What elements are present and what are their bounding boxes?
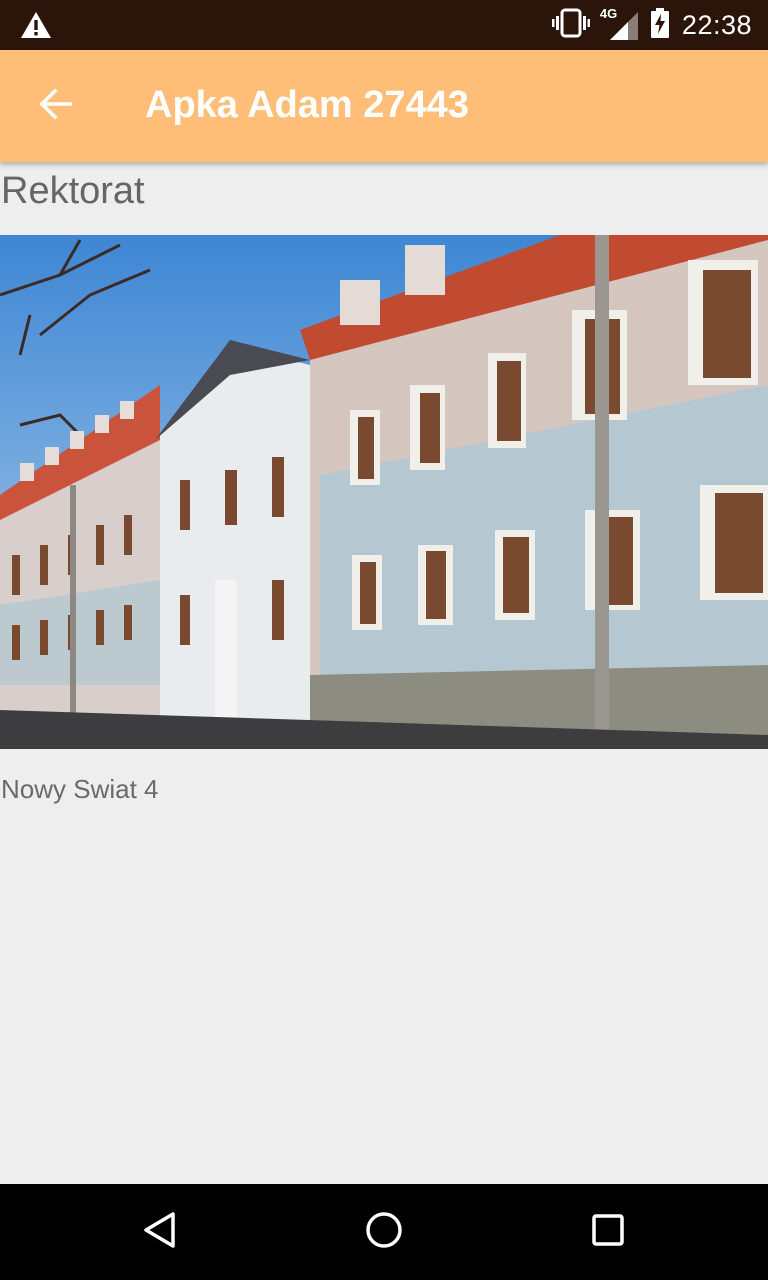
nav-back-icon — [140, 1210, 180, 1255]
battery-charging-icon — [650, 7, 670, 43]
nav-recents-button[interactable] — [576, 1200, 640, 1264]
arrow-back-icon — [38, 86, 74, 127]
place-heading: Rektorat — [1, 170, 145, 212]
back-button[interactable] — [24, 74, 88, 138]
app-title: Apka Adam 27443 — [145, 84, 469, 126]
nav-recents-icon — [588, 1210, 628, 1255]
network-type-label: 4G — [599, 6, 618, 21]
warning-icon — [20, 10, 52, 40]
system-nav-bar — [0, 1184, 768, 1280]
nav-home-icon — [364, 1210, 404, 1255]
status-bar: 4G 22:38 — [0, 0, 768, 50]
nav-back-button[interactable] — [128, 1200, 192, 1264]
building-photo — [0, 235, 768, 749]
nav-home-button[interactable] — [352, 1200, 416, 1264]
status-time: 22:38 — [681, 9, 752, 40]
vibrate-icon — [551, 8, 590, 43]
signal-icon: 4G — [600, 6, 638, 40]
address-text: Nowy Swiat 4 — [1, 774, 159, 804]
app-bar: Apka Adam 27443 — [0, 50, 768, 162]
